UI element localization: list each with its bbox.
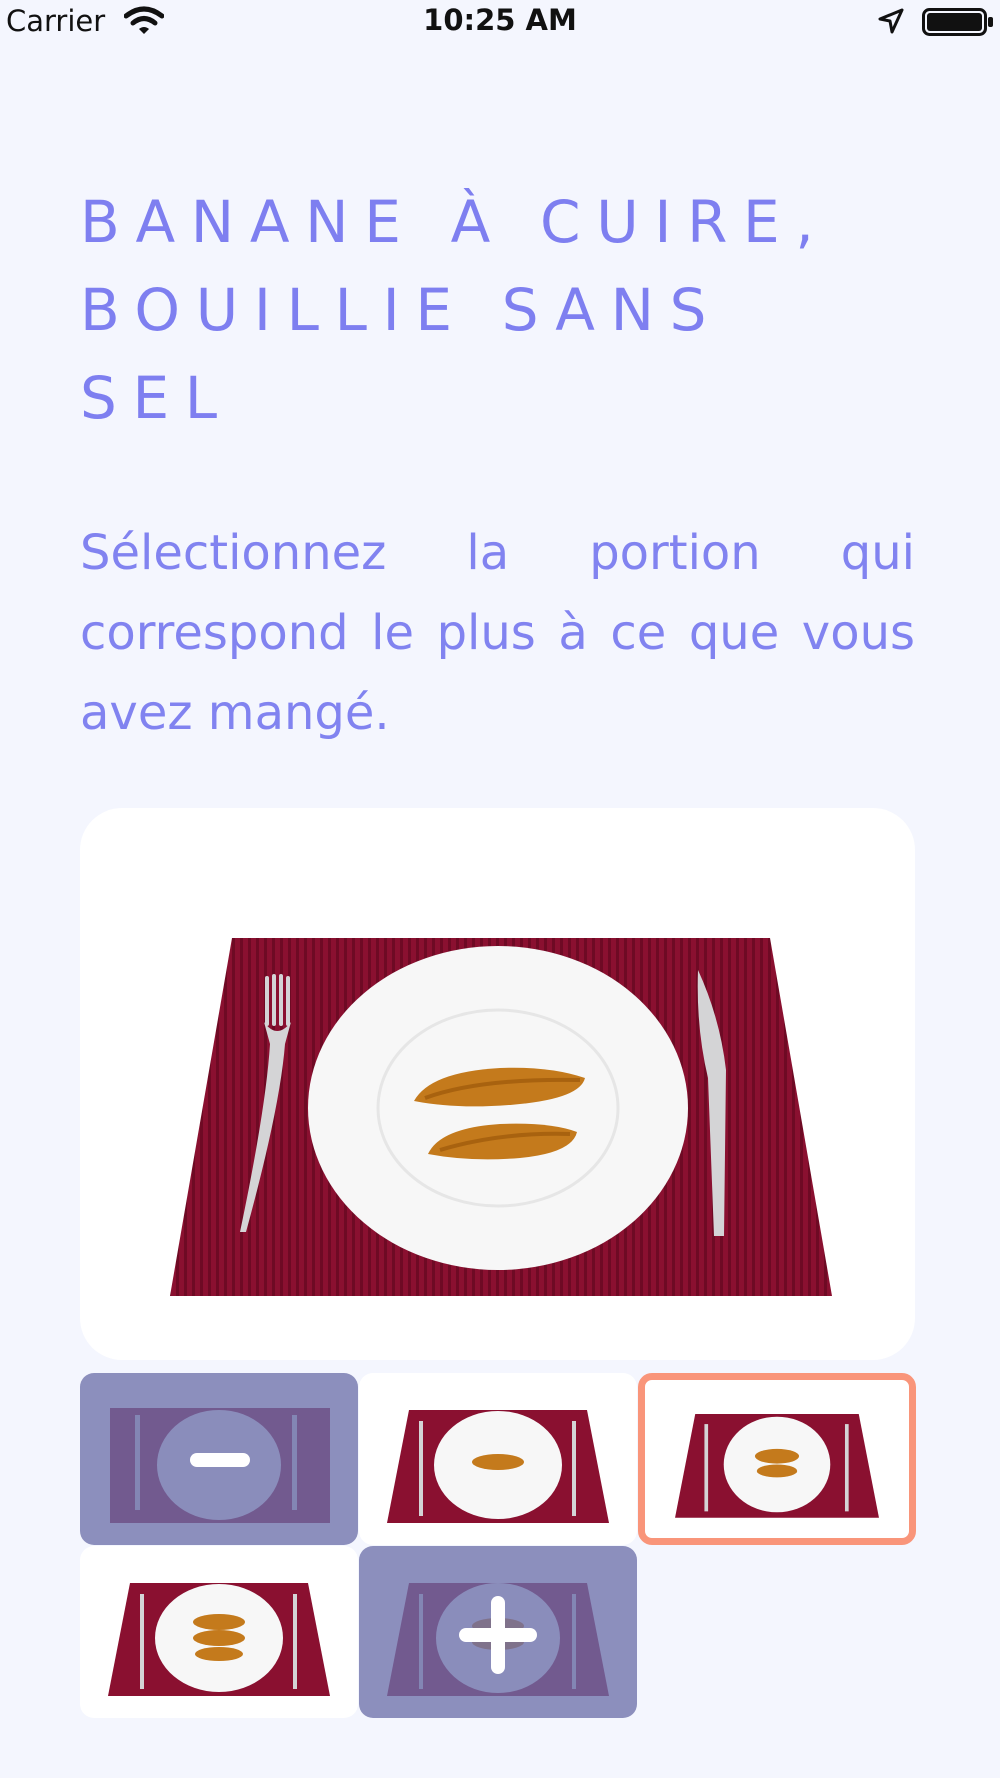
minus-icon	[190, 1453, 250, 1467]
plate-thumbnail	[675, 1413, 879, 1518]
title-line-2: BOUILLIE SANS	[80, 276, 723, 344]
location-arrow-icon	[878, 8, 904, 34]
plate-thumbnail	[108, 1583, 330, 1696]
portion-option-large[interactable]	[80, 1546, 358, 1718]
portion-option-small[interactable]	[359, 1373, 637, 1545]
portion-option-medium-selected[interactable]	[638, 1373, 916, 1545]
plate-thumbnail	[387, 1410, 609, 1523]
instruction-text: Sélectionnez la portion qui correspond l…	[80, 525, 915, 741]
plus-icon	[459, 1596, 537, 1674]
decrease-portion-button[interactable]	[80, 1373, 358, 1545]
battery-icon	[922, 8, 993, 36]
title-line-3: SEL	[80, 364, 233, 432]
status-bar: Carrier 10:25 AM	[0, 0, 1000, 44]
food-title: BANANE À CUIRE, BOUILLIE SANS SEL	[80, 178, 940, 442]
portion-preview-image	[80, 808, 915, 1360]
title-line-1: BANANE À CUIRE,	[80, 188, 830, 256]
plate-photo	[170, 938, 832, 1296]
clock: 10:25 AM	[423, 3, 577, 37]
increase-portion-button[interactable]	[359, 1546, 637, 1718]
